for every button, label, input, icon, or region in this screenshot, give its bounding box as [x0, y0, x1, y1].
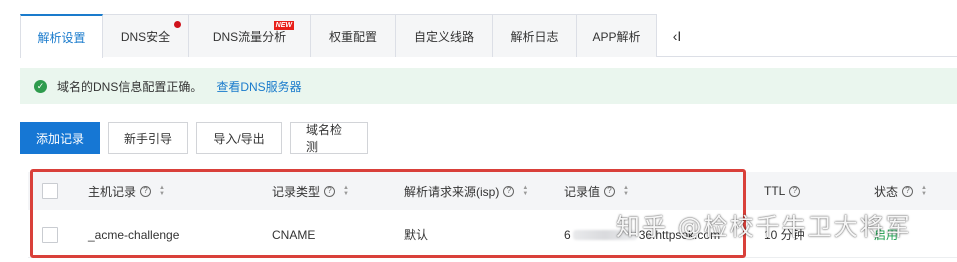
check-circle-icon: ✓: [34, 79, 47, 93]
tab-label: APP解析: [592, 29, 641, 44]
cell-value: 6 36.httpsok.com: [564, 212, 720, 257]
row-checkbox-cell: [42, 212, 58, 257]
column-header-label: 解析请求来源(isp): [404, 184, 500, 199]
tab-label: 解析日志: [510, 29, 559, 44]
cell-host: _acme-challenge: [88, 227, 180, 242]
new-badge: NEW: [273, 21, 294, 30]
view-dns-servers-link[interactable]: 查看DNS服务器: [216, 78, 301, 95]
tabs-scroll-left-icon[interactable]: ‹I: [657, 14, 697, 57]
column-header-value[interactable]: 记录值 ? ▲ ▼: [564, 172, 629, 210]
tab-custom-lines[interactable]: 自定义线路: [396, 14, 493, 57]
sort-icon[interactable]: ▲ ▼: [159, 185, 165, 197]
tab-resolve-logs[interactable]: 解析日志: [493, 14, 577, 57]
table-row[interactable]: _acme-challenge CNAME 默认 6 36.httpsok.co…: [28, 212, 957, 258]
tab-bar: 解析设置 DNS安全 DNS流量分析 NEW 权重配置 自定义线路 解析日志 A…: [20, 14, 697, 58]
tab-label: 权重配置: [328, 29, 377, 44]
tab-dns-security[interactable]: DNS安全: [103, 14, 189, 57]
column-header-host[interactable]: 主机记录 ? ▲ ▼: [88, 172, 165, 210]
cell-ttl: 10 分钟: [764, 228, 805, 242]
help-icon[interactable]: ?: [604, 185, 616, 197]
table-header: 主机记录 ? ▲ ▼ 记录类型 ? ▲ ▼ 解析请求来源(isp) ? ▲ ▼ 记录值…: [28, 172, 957, 210]
column-header-isp[interactable]: 解析请求来源(isp) ? ▲ ▼: [404, 172, 528, 210]
tab-app-resolve[interactable]: APP解析: [577, 14, 657, 57]
notification-dot-icon: [174, 21, 181, 28]
help-icon[interactable]: ?: [140, 185, 152, 197]
beginner-guide-button[interactable]: 新手引导: [108, 122, 188, 154]
redacted-value: [572, 229, 637, 240]
column-header-label: 状态: [874, 184, 899, 199]
sort-icon[interactable]: ▲ ▼: [522, 185, 528, 197]
column-header-label: 记录值: [564, 184, 601, 199]
cell-status[interactable]: 启用: [874, 212, 898, 257]
help-icon[interactable]: ?: [902, 185, 914, 197]
dns-status-alert: ✓ 域名的DNS信息配置正确。 查看DNS服务器: [20, 68, 957, 104]
help-icon[interactable]: ?: [789, 185, 801, 197]
column-header-label: 记录类型: [272, 184, 321, 199]
sort-icon[interactable]: ▲ ▼: [623, 185, 629, 197]
tab-dns-traffic-analysis[interactable]: DNS流量分析 NEW: [189, 14, 311, 57]
help-icon[interactable]: ?: [503, 185, 515, 197]
sort-icon[interactable]: ▲ ▼: [921, 185, 927, 197]
tab-label: 自定义线路: [413, 29, 474, 44]
record-value-suffix: 36.httpsok.com: [638, 227, 721, 242]
column-header-type[interactable]: 记录类型 ? ▲ ▼: [272, 172, 349, 210]
alert-message: 域名的DNS信息配置正确。: [57, 79, 203, 94]
sort-icon[interactable]: ▲ ▼: [343, 185, 349, 197]
column-header-label: 主机记录: [88, 184, 137, 199]
select-all-checkbox-cell: [42, 172, 58, 210]
tab-weight-config[interactable]: 权重配置: [311, 14, 396, 57]
import-export-button[interactable]: 导入/导出: [196, 122, 282, 154]
tab-dns-settings[interactable]: 解析设置: [20, 14, 103, 58]
select-all-checkbox[interactable]: [42, 183, 58, 199]
cell-isp: 默认: [404, 228, 429, 242]
add-record-button[interactable]: 添加记录: [20, 122, 100, 154]
toolbar: 添加记录 新手引导 导入/导出 域名检测: [20, 122, 368, 154]
row-checkbox[interactable]: [42, 226, 58, 243]
tab-label: DNS安全: [120, 29, 171, 44]
record-value-prefix: 6: [564, 227, 571, 242]
tab-label: 解析设置: [37, 30, 86, 45]
cell-type: CNAME: [272, 227, 316, 242]
help-icon[interactable]: ?: [324, 185, 336, 197]
column-header-status[interactable]: 状态 ? ▲ ▼: [874, 172, 927, 210]
column-header-ttl[interactable]: TTL ?: [764, 172, 801, 210]
domain-check-button[interactable]: 域名检测: [290, 122, 368, 154]
tab-label: DNS流量分析: [212, 29, 287, 44]
column-header-label: TTL: [764, 184, 786, 198]
